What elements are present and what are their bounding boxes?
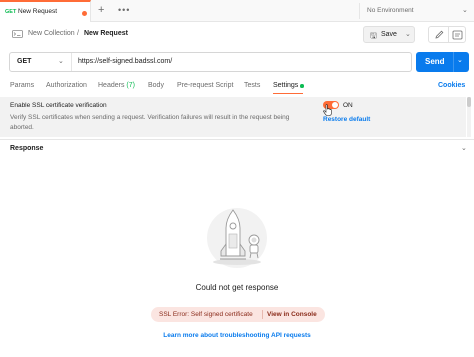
modified-dot-icon <box>300 84 304 88</box>
unsaved-dot-icon <box>82 11 87 16</box>
active-tab-indicator <box>273 93 303 94</box>
http-request-icon <box>12 30 23 38</box>
response-title: Response <box>10 145 44 152</box>
ssl-error-banner: SSL Error: Self signed certificate View … <box>151 307 325 322</box>
tab-headers-label: Headers <box>98 82 125 89</box>
setting-description: Verify SSL certificates when sending a r… <box>10 114 290 131</box>
headers-count-badge: (7) <box>126 82 135 89</box>
tab-body[interactable]: Body <box>148 82 164 89</box>
astronaut-rocket-illustration <box>207 208 267 268</box>
tab-params[interactable]: Params <box>10 82 34 89</box>
tab-authorization[interactable]: Authorization <box>46 82 87 89</box>
divider <box>262 310 263 319</box>
toggle-state-label: ON <box>343 102 353 109</box>
divider <box>453 52 454 72</box>
restore-default-link[interactable]: Restore default <box>323 116 370 123</box>
tab-pre-request-script[interactable]: Pre-request Script <box>177 82 233 89</box>
save-label: Save <box>381 31 397 38</box>
tab-name-label: New Request <box>18 8 58 15</box>
documentation-icon[interactable] <box>451 29 464 41</box>
scrollbar[interactable] <box>467 97 471 137</box>
scrollbar-thumb[interactable] <box>467 97 471 107</box>
chevron-down-icon[interactable]: ⌄ <box>457 56 463 64</box>
tab-method-label: GET <box>5 9 17 15</box>
url-input[interactable]: https://self-signed.badssl.com/ <box>78 58 172 65</box>
more-horizontal-icon[interactable]: ••• <box>118 5 130 15</box>
chevron-down-icon: ⌄ <box>58 58 64 65</box>
method-label: GET <box>17 58 32 65</box>
view-toggle-group <box>428 26 466 43</box>
hand-cursor-icon <box>323 104 332 116</box>
toggle-knob <box>332 102 338 108</box>
tab-tests[interactable]: Tests <box>244 82 260 89</box>
error-text: SSL Error: Self signed certificate <box>159 311 253 318</box>
view-in-console-link[interactable]: View in Console <box>267 311 317 318</box>
method-select[interactable]: GET ⌄ <box>10 53 72 71</box>
breadcrumb-separator: / <box>77 30 79 37</box>
url-bar: GET ⌄ https://self-signed.badssl.com/ <box>9 52 412 72</box>
chevron-down-icon[interactable]: ⌄ <box>462 6 468 14</box>
response-header[interactable]: Response ⌄ <box>0 139 474 156</box>
divider <box>359 3 360 19</box>
divider <box>448 27 449 42</box>
setting-title: Enable SSL certificate verification <box>10 102 107 109</box>
tab-bar: GET New Request + ••• No Environment ⌄ <box>0 0 474 22</box>
send-label: Send <box>425 57 445 66</box>
floppy-disk-icon: 🖫 <box>370 31 377 40</box>
tab-headers[interactable]: Headers (7) <box>98 82 135 89</box>
troubleshooting-link[interactable]: Learn more about troubleshooting API req… <box>0 332 474 339</box>
pencil-icon[interactable] <box>432 29 447 41</box>
request-tab[interactable]: GET New Request <box>0 0 91 22</box>
breadcrumb-collection[interactable]: New Collection <box>28 30 75 37</box>
cookies-link[interactable]: Cookies <box>438 82 465 89</box>
ssl-setting-row: Enable SSL certificate verification Veri… <box>0 97 466 137</box>
save-button[interactable]: 🖫 Save ⌄ <box>363 26 415 43</box>
send-button[interactable]: Send ⌄ <box>416 52 469 72</box>
environment-select[interactable]: No Environment <box>367 7 414 14</box>
chevron-down-icon[interactable]: ⌄ <box>461 144 467 152</box>
empty-response-message: Could not get response <box>195 283 279 292</box>
plus-icon[interactable]: + <box>98 4 104 16</box>
page-title[interactable]: New Request <box>84 30 128 37</box>
tab-settings[interactable]: Settings <box>273 82 298 89</box>
chevron-down-icon[interactable]: ⌄ <box>405 30 411 38</box>
